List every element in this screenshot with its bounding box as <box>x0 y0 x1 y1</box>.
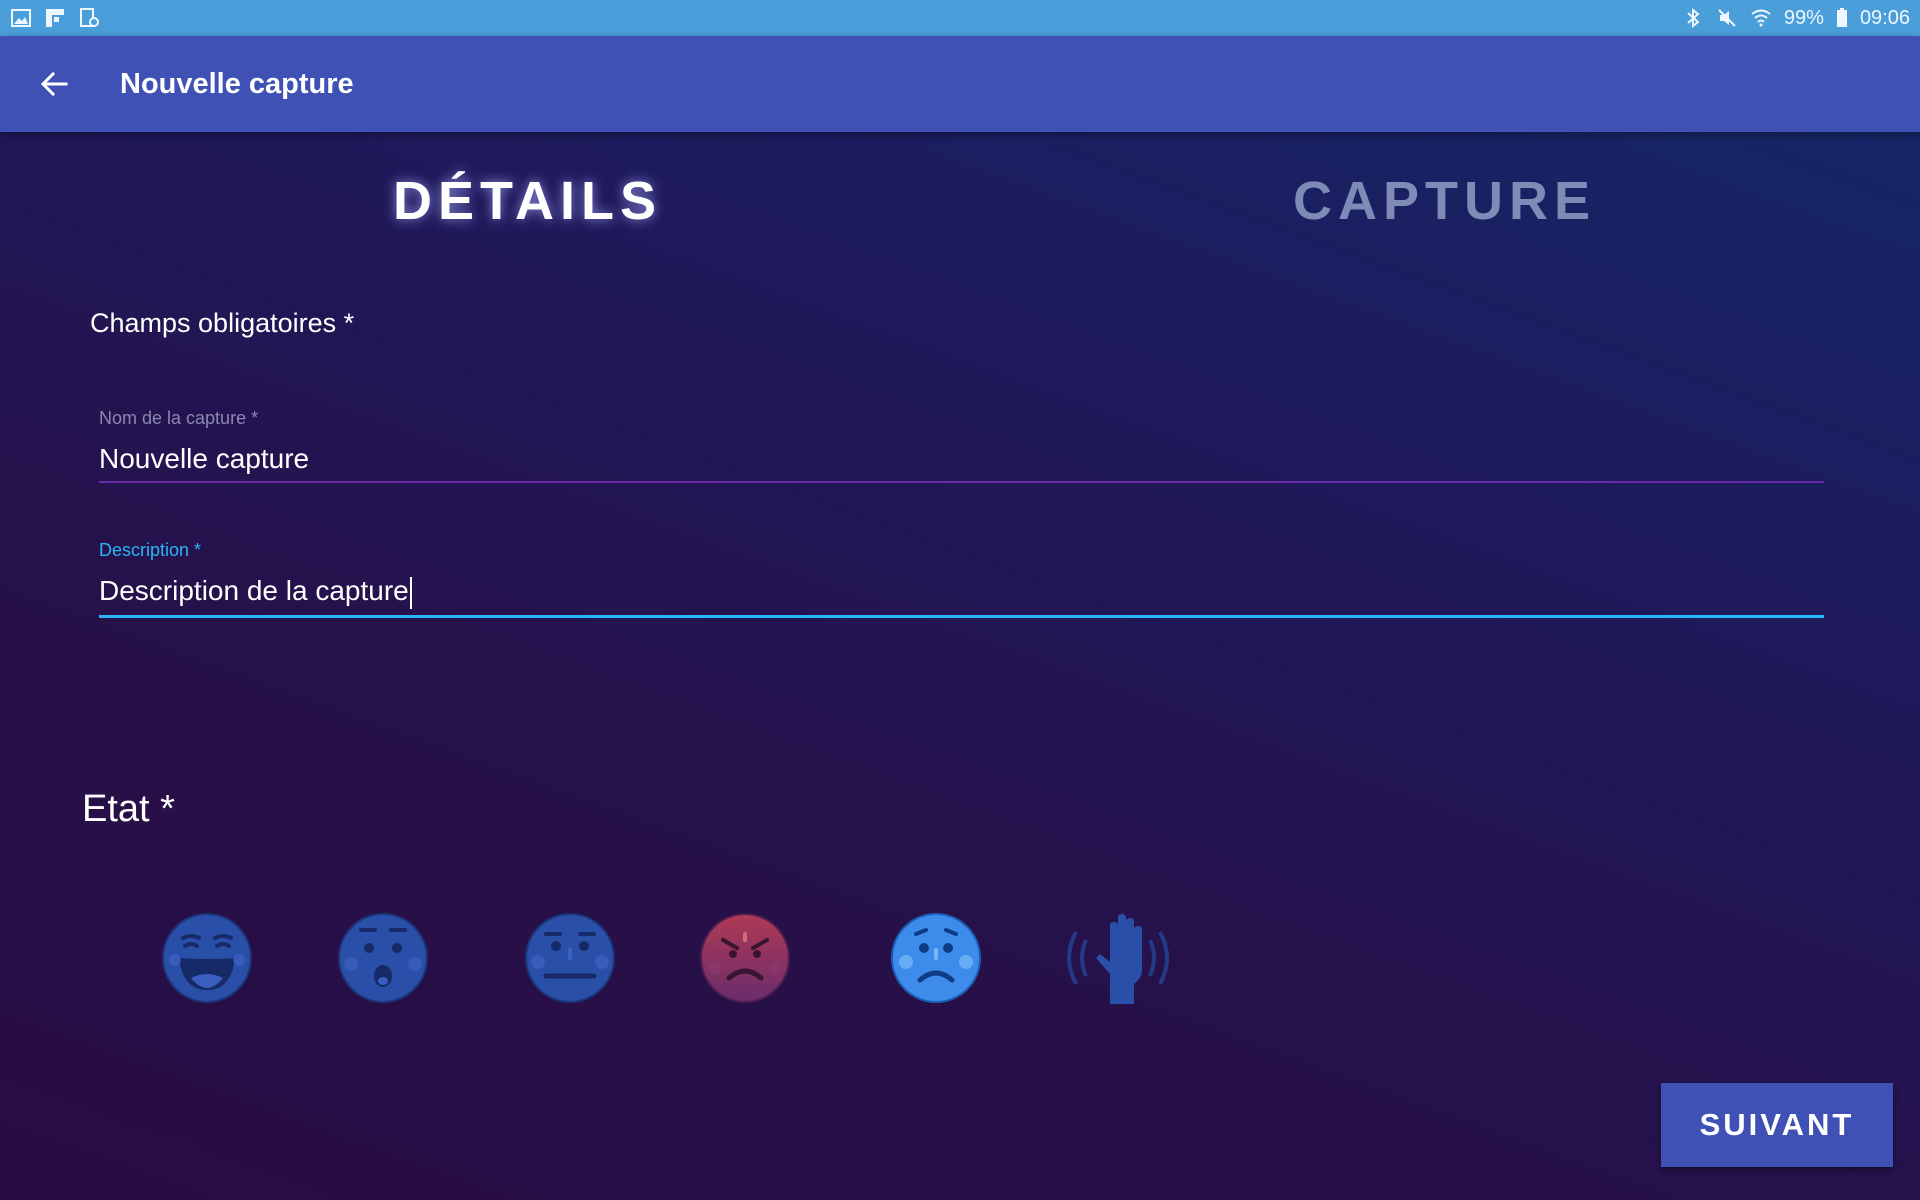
app-bar: Nouvelle capture <box>0 36 1920 132</box>
angry-face-icon[interactable] <box>699 912 791 1004</box>
back-button[interactable] <box>26 56 82 112</box>
flipboard-icon <box>44 7 66 29</box>
screen-recorder-icon <box>78 7 100 29</box>
wifi-icon <box>1750 7 1772 29</box>
arrow-back-icon <box>40 71 68 97</box>
capture-name-underline <box>99 481 1824 483</box>
status-bar-left <box>10 7 100 29</box>
capture-name-label: Nom de la capture * <box>99 408 259 428</box>
mute-icon <box>1716 7 1738 29</box>
laughing-face-icon[interactable] <box>161 912 253 1004</box>
status-bar-right: 99% 09:06 <box>1682 7 1910 30</box>
description-input-wrap[interactable]: Description de la capture <box>99 575 1824 615</box>
page-title: Nouvelle capture <box>120 67 354 100</box>
image-icon <box>10 7 32 29</box>
description-label: Description * <box>99 540 202 560</box>
etat-label: Etat * <box>82 788 175 830</box>
surprised-face-icon[interactable] <box>337 912 429 1004</box>
sad-face-icon[interactable] <box>890 912 982 1004</box>
description-input[interactable]: Description de la capture <box>99 575 409 606</box>
status-bar: 99% 09:06 <box>0 0 1920 36</box>
description-field[interactable]: Description * Description de la capture <box>99 540 1824 618</box>
tab-details[interactable]: DÉTAILS <box>393 170 662 232</box>
tab-capture[interactable]: CAPTURE <box>1293 170 1596 232</box>
bluetooth-icon <box>1682 7 1704 29</box>
text-cursor <box>409 576 412 609</box>
capture-name-input[interactable]: Nouvelle capture <box>99 443 1824 481</box>
battery-icon <box>1836 7 1848 29</box>
capture-name-field[interactable]: Nom de la capture * Nouvelle capture <box>99 408 1824 483</box>
battery-percent: 99% <box>1783 6 1824 29</box>
neutral-face-icon[interactable] <box>524 912 616 1004</box>
required-fields-note: Champs obligatoires * <box>90 308 355 338</box>
next-button[interactable]: SUIVANT <box>1661 1083 1893 1167</box>
raised-hand-icon[interactable] <box>1058 912 1178 1004</box>
clock: 09:06 <box>1859 6 1910 29</box>
description-underline <box>99 614 1824 618</box>
